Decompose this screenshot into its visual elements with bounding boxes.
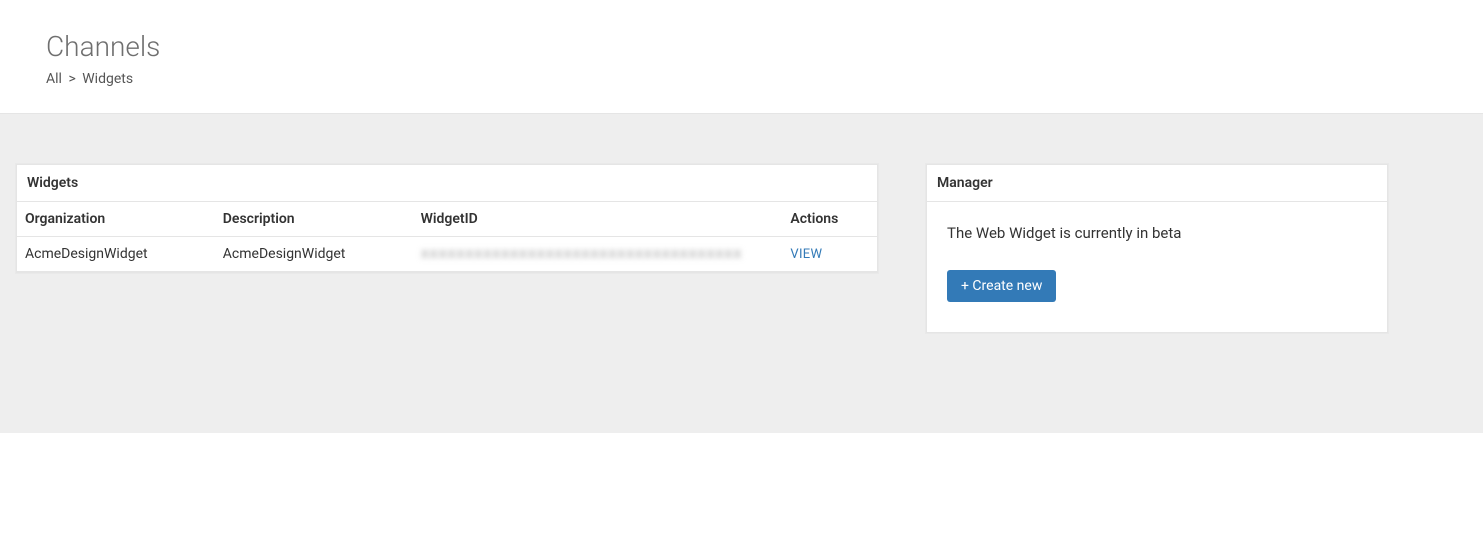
col-organization: Organization: [17, 202, 215, 237]
widgets-panel-title: Widgets: [17, 165, 877, 202]
manager-panel: Manager The Web Widget is currently in b…: [926, 164, 1388, 333]
breadcrumb-current: Widgets: [82, 71, 133, 87]
header-section: Channels All > Widgets: [0, 0, 1483, 113]
cell-actions: VIEW: [782, 237, 877, 272]
cell-organization: AcmeDesignWidget: [17, 237, 215, 272]
create-new-button[interactable]: + Create new: [947, 270, 1056, 302]
col-description: Description: [215, 202, 413, 237]
breadcrumb: All > Widgets: [46, 71, 1437, 87]
table-header-row: Organization Description WidgetID Action…: [17, 202, 877, 237]
table-row: AcmeDesignWidget AcmeDesignWidget xxxxxx…: [17, 237, 877, 272]
widgets-table: Organization Description WidgetID Action…: [17, 202, 877, 272]
manager-panel-body: The Web Widget is currently in beta + Cr…: [927, 202, 1387, 332]
cell-description: AcmeDesignWidget: [215, 237, 413, 272]
widgetid-obscured: xxxxxxxxxxxxxxxxxxxxxxxxxxxxxxxxxxxx: [421, 246, 742, 262]
manager-panel-title: Manager: [927, 165, 1387, 202]
page-title: Channels: [46, 30, 1437, 63]
cell-widgetid: xxxxxxxxxxxxxxxxxxxxxxxxxxxxxxxxxxxx: [413, 237, 783, 272]
breadcrumb-root-link[interactable]: All: [46, 71, 62, 87]
col-widgetid: WidgetID: [413, 202, 783, 237]
manager-message: The Web Widget is currently in beta: [947, 224, 1367, 242]
breadcrumb-separator: >: [68, 71, 75, 87]
col-actions: Actions: [782, 202, 877, 237]
view-link[interactable]: VIEW: [790, 247, 822, 262]
widgets-panel: Widgets Organization Description WidgetI…: [16, 164, 878, 273]
content-section: Widgets Organization Description WidgetI…: [0, 113, 1483, 433]
